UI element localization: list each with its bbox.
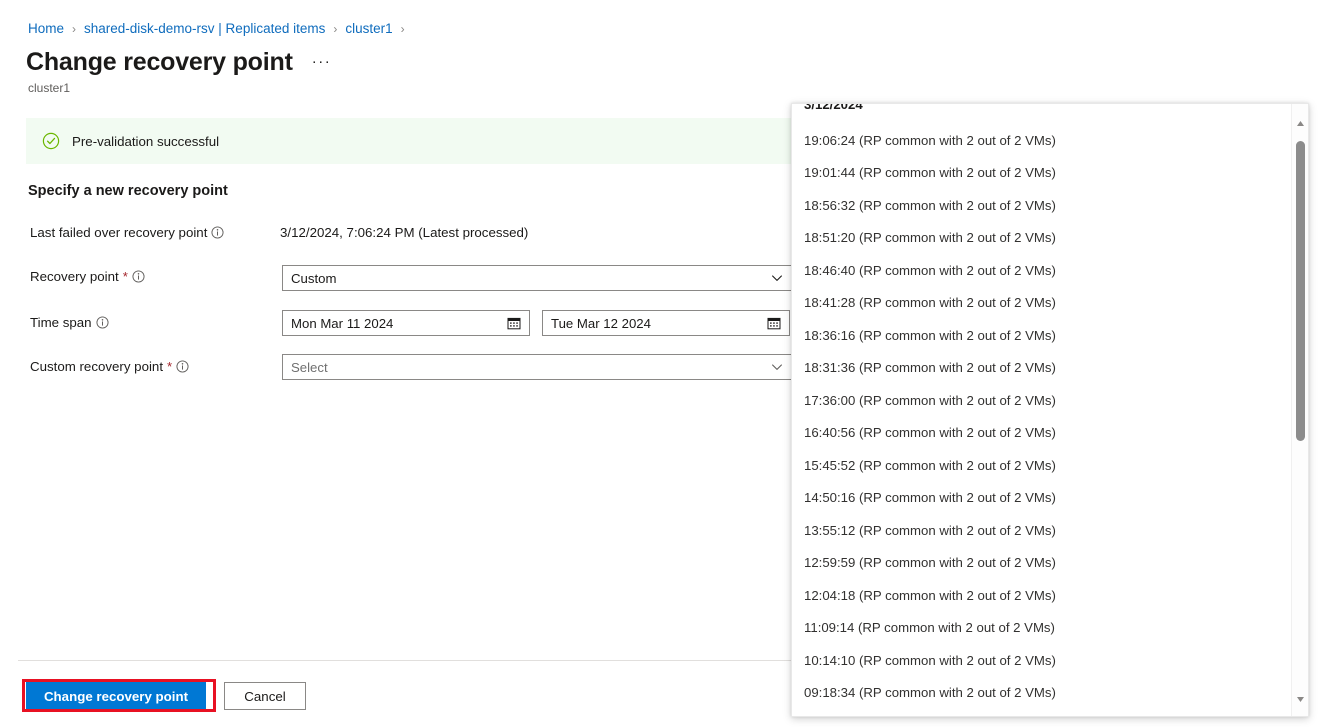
change-recovery-point-blade: Home › shared-disk-demo-rsv | Replicated… bbox=[0, 0, 1318, 727]
page-title: Change recovery point bbox=[26, 48, 293, 77]
required-asterisk: * bbox=[167, 359, 172, 374]
change-recovery-point-button[interactable]: Change recovery point bbox=[26, 682, 206, 710]
dropdown-option[interactable]: 18:36:16 (RP common with 2 out of 2 VMs) bbox=[792, 319, 1291, 352]
dropdown-option[interactable]: 14:50:16 (RP common with 2 out of 2 VMs) bbox=[792, 482, 1291, 515]
chevron-down-icon bbox=[771, 361, 783, 373]
dropdown-option-list: 19:06:24 (RP common with 2 out of 2 VMs)… bbox=[792, 124, 1291, 709]
recovery-point-label-text: Recovery point bbox=[30, 269, 119, 284]
time-span-label-text: Time span bbox=[30, 315, 92, 330]
dropdown-viewport: 3/12/2024 19:06:24 (RP common with 2 out… bbox=[792, 104, 1291, 716]
more-options-button[interactable]: ··· bbox=[309, 53, 335, 70]
dropdown-scrollbar[interactable] bbox=[1291, 104, 1308, 716]
section-heading: Specify a new recovery point bbox=[28, 183, 228, 199]
form-row-custom-recovery-point: Custom recovery point * Select bbox=[28, 356, 798, 400]
recovery-point-label: Recovery point * bbox=[30, 269, 145, 284]
pre-validation-text: Pre-validation successful bbox=[72, 134, 219, 149]
form-row-recovery-point: Recovery point * Custom bbox=[28, 266, 798, 312]
form-row-last-failed-over: Last failed over recovery point 3/12/202… bbox=[28, 222, 798, 266]
info-icon[interactable] bbox=[96, 316, 109, 329]
dropdown-option[interactable]: 09:18:34 (RP common with 2 out of 2 VMs) bbox=[792, 677, 1291, 710]
custom-recovery-point-dropdown: 3/12/2024 19:06:24 (RP common with 2 out… bbox=[791, 103, 1309, 717]
footer-actions: Change recovery point Cancel bbox=[26, 682, 306, 710]
required-asterisk: * bbox=[123, 269, 128, 284]
recovery-point-selected-value: Custom bbox=[291, 271, 771, 286]
time-span-label: Time span bbox=[30, 315, 109, 330]
chevron-down-icon bbox=[771, 272, 783, 284]
dropdown-option[interactable]: 12:04:18 (RP common with 2 out of 2 VMs) bbox=[792, 579, 1291, 612]
breadcrumb-separator: › bbox=[333, 20, 337, 38]
breadcrumb-item-vault[interactable]: shared-disk-demo-rsv | Replicated items bbox=[84, 20, 325, 38]
recovery-point-select[interactable]: Custom bbox=[282, 265, 792, 291]
dropdown-option[interactable]: 13:55:12 (RP common with 2 out of 2 VMs) bbox=[792, 514, 1291, 547]
info-icon[interactable] bbox=[176, 360, 189, 373]
last-failed-over-value: 3/12/2024, 7:06:24 PM (Latest processed) bbox=[280, 225, 528, 240]
dropdown-group-header: 3/12/2024 bbox=[804, 104, 863, 112]
custom-recovery-point-selected-value: Select bbox=[291, 360, 771, 375]
dropdown-option[interactable]: 18:31:36 (RP common with 2 out of 2 VMs) bbox=[792, 352, 1291, 385]
dropdown-option[interactable]: 16:40:56 (RP common with 2 out of 2 VMs) bbox=[792, 417, 1291, 450]
scroll-up-button[interactable] bbox=[1292, 115, 1309, 132]
breadcrumb-item-home[interactable]: Home bbox=[28, 20, 64, 38]
scroll-down-button[interactable] bbox=[1292, 691, 1309, 708]
info-icon[interactable] bbox=[211, 226, 224, 239]
scrollbar-thumb[interactable] bbox=[1296, 141, 1305, 441]
dropdown-option[interactable]: 12:59:59 (RP common with 2 out of 2 VMs) bbox=[792, 547, 1291, 580]
time-span-start-date-value: Mon Mar 11 2024 bbox=[291, 316, 507, 331]
dropdown-option[interactable]: 15:45:52 (RP common with 2 out of 2 VMs) bbox=[792, 449, 1291, 482]
dropdown-option[interactable]: 18:56:32 (RP common with 2 out of 2 VMs) bbox=[792, 189, 1291, 222]
dropdown-option[interactable]: 10:14:10 (RP common with 2 out of 2 VMs) bbox=[792, 644, 1291, 677]
recovery-point-form: Last failed over recovery point 3/12/202… bbox=[28, 222, 798, 400]
last-failed-over-label: Last failed over recovery point bbox=[30, 225, 224, 240]
custom-recovery-point-select[interactable]: Select bbox=[282, 354, 792, 380]
custom-recovery-point-label: Custom recovery point * bbox=[30, 359, 189, 374]
breadcrumb: Home › shared-disk-demo-rsv | Replicated… bbox=[28, 20, 405, 38]
time-span-start-date-input[interactable]: Mon Mar 11 2024 bbox=[282, 310, 530, 336]
time-span-date-pair: Mon Mar 11 2024 bbox=[282, 310, 790, 336]
info-icon[interactable] bbox=[132, 270, 145, 283]
breadcrumb-separator: › bbox=[72, 20, 76, 38]
custom-recovery-point-label-text: Custom recovery point bbox=[30, 359, 163, 374]
dropdown-option[interactable]: 18:46:40 (RP common with 2 out of 2 VMs) bbox=[792, 254, 1291, 287]
dropdown-option[interactable]: 17:36:00 (RP common with 2 out of 2 VMs) bbox=[792, 384, 1291, 417]
breadcrumb-separator: › bbox=[401, 20, 405, 38]
last-failed-over-label-text: Last failed over recovery point bbox=[30, 225, 207, 240]
form-row-time-span: Time span Mon Mar 11 2024 bbox=[28, 312, 798, 356]
time-span-end-date-input[interactable]: Tue Mar 12 2024 bbox=[542, 310, 790, 336]
time-span-end-date-value: Tue Mar 12 2024 bbox=[551, 316, 767, 331]
check-circle-icon bbox=[42, 132, 60, 150]
dropdown-option[interactable]: 11:09:14 (RP common with 2 out of 2 VMs) bbox=[792, 612, 1291, 645]
page-subtitle: cluster1 bbox=[28, 81, 70, 95]
title-row: Change recovery point ··· bbox=[26, 48, 334, 77]
dropdown-option[interactable]: 19:06:24 (RP common with 2 out of 2 VMs) bbox=[792, 124, 1291, 157]
breadcrumb-item-cluster1[interactable]: cluster1 bbox=[345, 20, 392, 38]
calendar-icon[interactable] bbox=[767, 316, 781, 330]
dropdown-option[interactable]: 18:51:20 (RP common with 2 out of 2 VMs) bbox=[792, 222, 1291, 255]
dropdown-option[interactable]: 19:01:44 (RP common with 2 out of 2 VMs) bbox=[792, 157, 1291, 190]
calendar-icon[interactable] bbox=[507, 316, 521, 330]
dropdown-option[interactable]: 18:41:28 (RP common with 2 out of 2 VMs) bbox=[792, 287, 1291, 320]
cancel-button[interactable]: Cancel bbox=[224, 682, 306, 710]
